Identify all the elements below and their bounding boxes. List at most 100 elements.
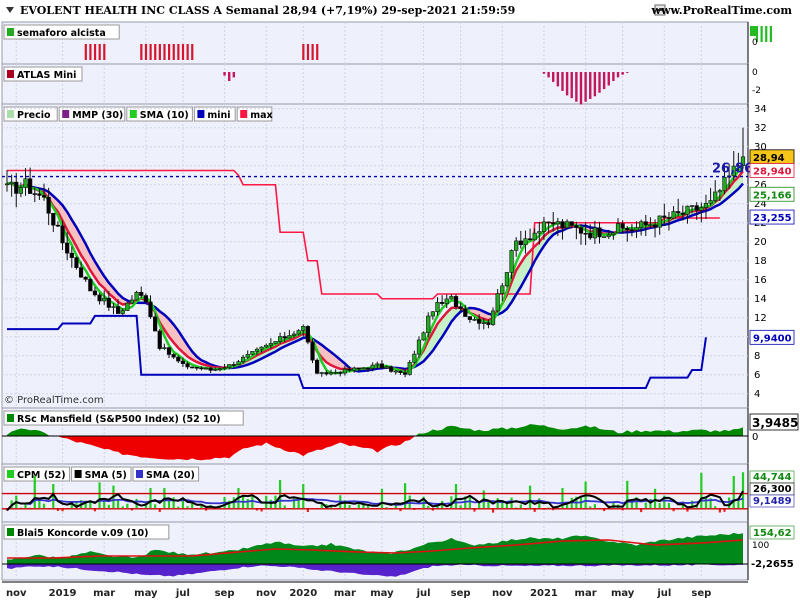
y-tick-label: 32 xyxy=(754,123,767,134)
candle-body xyxy=(671,211,676,219)
candle-body xyxy=(4,183,10,186)
legend-swatch xyxy=(7,110,14,118)
cpm-bar xyxy=(251,496,254,508)
candle-body xyxy=(694,205,699,211)
y-tick-label: 0 xyxy=(752,432,758,443)
semaforo-red-bar xyxy=(186,44,189,60)
candle-body xyxy=(699,207,704,211)
chart-canvas: nov 2019 mar may jul sep nov 2020 mar may jul sep no… xyxy=(1,21,799,599)
x-tick-label: may xyxy=(134,588,158,599)
semaforo-red-bar xyxy=(89,44,92,60)
candle-body xyxy=(88,279,93,292)
candle-body xyxy=(565,221,570,229)
legend-label: SMA (5) xyxy=(85,470,127,481)
semaforo-red-bar xyxy=(103,44,106,60)
cpm-bar xyxy=(357,504,360,508)
cpm-bar xyxy=(186,506,189,508)
candle-body xyxy=(379,363,385,369)
candle-body xyxy=(92,290,98,296)
candle-body xyxy=(676,211,681,214)
atlas-bar xyxy=(552,72,555,82)
legend-item-atlas[interactable]: ATLAS Mini xyxy=(3,66,83,82)
panel-price[interactable] xyxy=(1,103,749,409)
atlas-bar xyxy=(542,72,546,74)
candle-body xyxy=(537,231,542,234)
semaforo-value-marker xyxy=(750,26,758,36)
candle-body xyxy=(120,310,125,314)
candle-body xyxy=(555,221,560,225)
candle-body xyxy=(611,232,616,236)
candle-body xyxy=(315,359,320,374)
candle-body xyxy=(342,368,348,374)
legend-swatch xyxy=(240,110,248,118)
candle-body xyxy=(430,311,435,317)
cpm-value-label: 26,300 xyxy=(753,484,792,495)
cpm-bar xyxy=(630,502,634,508)
atlas-bar xyxy=(584,72,587,102)
candle-body xyxy=(648,224,653,227)
candle-body xyxy=(717,190,722,193)
candle-body xyxy=(250,351,255,355)
x-tick-label: mar xyxy=(575,588,597,599)
legend-item-konkorde[interactable]: Blai5 Koncorde v.09 (10) xyxy=(3,524,170,540)
candle-body xyxy=(65,242,70,254)
y-tick-label: 4 xyxy=(754,389,760,400)
legend-swatch xyxy=(62,110,70,118)
cpm-bar xyxy=(302,484,305,508)
candle-body xyxy=(634,227,639,231)
cpm-bar xyxy=(653,488,657,508)
candle-body xyxy=(199,367,204,370)
candle-body xyxy=(148,301,153,318)
legend-item-semaforo[interactable]: semaforo alcista xyxy=(3,24,120,40)
candle-body xyxy=(176,356,181,362)
candle-body xyxy=(245,354,250,358)
cpm-bar xyxy=(454,484,458,508)
cpm-bar xyxy=(292,496,296,508)
legend-item-cpm[interactable]: SMA (20) xyxy=(132,466,200,482)
candle-body xyxy=(125,302,130,311)
legend-item-rsc[interactable]: RSc Mansfield (S&P500 Index) (52 10) xyxy=(3,410,244,426)
atlas-bar xyxy=(602,72,606,90)
candle-body xyxy=(652,224,658,228)
cpm-bar xyxy=(33,476,36,508)
atlas-bar xyxy=(575,72,578,102)
cpm-bar xyxy=(348,505,351,508)
candle-body xyxy=(384,366,389,369)
candle-body xyxy=(620,223,625,229)
candle-body xyxy=(657,215,662,228)
candle-body xyxy=(708,200,713,204)
legend-item-cpm[interactable]: CPM (52) xyxy=(3,466,71,482)
candle-body xyxy=(83,276,88,280)
candle-body xyxy=(190,366,195,369)
candle-body xyxy=(412,353,417,363)
candle-body xyxy=(356,367,361,370)
x-tick-label: 2019 xyxy=(49,588,77,599)
candle-body xyxy=(203,367,209,370)
candle-body xyxy=(509,250,514,273)
candle-body xyxy=(592,227,597,239)
candle-body xyxy=(518,240,523,246)
x-tick-label: sep xyxy=(451,588,471,599)
cpm-bar xyxy=(149,488,152,508)
semaforo-red-bar xyxy=(158,44,161,60)
candle-body xyxy=(222,367,227,370)
legend-label: Blai5 Koncorde v.09 (10) xyxy=(17,528,148,539)
semaforo-red-bar xyxy=(168,44,171,60)
x-tick-label: nov xyxy=(6,588,27,599)
candle-body xyxy=(32,193,37,195)
legend-item-cpm[interactable]: SMA (5) xyxy=(71,466,132,482)
y-tick-label: 12 xyxy=(754,313,767,324)
candle-body xyxy=(578,227,584,234)
candle-body xyxy=(347,368,352,371)
legend-label: RSc Mansfield (S&P500 Index) (52 10) xyxy=(17,414,221,425)
candle-body xyxy=(500,285,505,294)
panel-atlas[interactable] xyxy=(1,63,749,105)
candle-body xyxy=(37,193,42,196)
candle-body xyxy=(467,316,472,320)
cpm-bar xyxy=(246,499,249,508)
semaforo-red-bar xyxy=(84,44,87,60)
price-value-label: 25,166 xyxy=(753,190,792,201)
candle-body xyxy=(333,372,338,374)
candle-body xyxy=(305,326,310,343)
candle-body xyxy=(259,346,264,350)
